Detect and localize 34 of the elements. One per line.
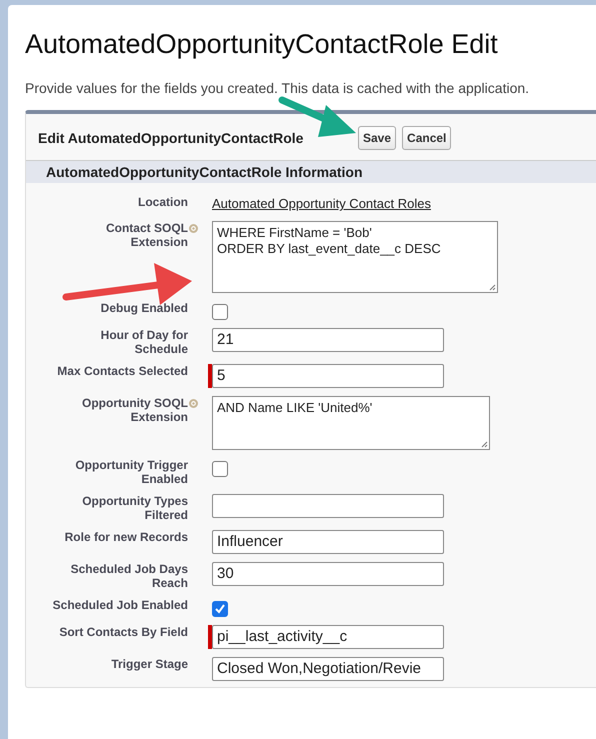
field-label: Role for new Records xyxy=(64,530,188,544)
field-label: Opportunity Trigger Enabled xyxy=(74,458,188,486)
input-field[interactable]: 21 xyxy=(212,328,444,352)
checkbox[interactable] xyxy=(212,461,228,477)
field-label: Hour of Day for Schedule xyxy=(100,328,188,356)
page-title: AutomatedOpportunityContactRole Edit xyxy=(25,29,499,60)
resize-grip-icon[interactable] xyxy=(481,441,488,448)
field-label: Scheduled Job Days Reach xyxy=(70,562,188,590)
field-label: Scheduled Job Enabled xyxy=(52,598,188,612)
field-label: Max Contacts Selected xyxy=(56,364,188,378)
resize-grip-icon[interactable] xyxy=(489,284,496,291)
section-header: AutomatedOpportunityContactRole Information xyxy=(26,160,596,183)
form-button[interactable]: Cancel xyxy=(402,126,452,150)
input-field[interactable]: 30 xyxy=(212,562,444,586)
input-field[interactable]: Influencer xyxy=(212,530,444,554)
checkbox[interactable] xyxy=(212,304,228,320)
text-area[interactable]: WHERE FirstName = 'Bob' ORDER BY last_event_date__c DESC xyxy=(212,221,498,293)
field-label: Opportunity Types Filtered xyxy=(81,494,188,522)
field-label: Trigger Stage xyxy=(110,657,188,671)
input-field[interactable]: pi__last_activity__c xyxy=(212,625,444,649)
input-field[interactable]: Closed Won,Negotiation/Revie xyxy=(212,657,444,681)
page-description: Provide values for the fields you created. This data is cached with the application. xyxy=(25,80,530,96)
field-label: Debug Enabled xyxy=(100,301,188,315)
field-label: Opportunity SOQL Extension xyxy=(81,396,188,424)
form-button[interactable]: Save xyxy=(358,126,396,150)
checkbox[interactable] xyxy=(212,601,228,617)
field-label: Contact SOQL Extension xyxy=(104,221,188,249)
edit-title: Edit AutomatedOpportunityContactRole xyxy=(38,129,304,147)
field-label: Location xyxy=(137,195,188,209)
text-area[interactable]: AND Name LIKE 'United%' xyxy=(212,396,490,450)
location-link[interactable]: Automated Opportunity Contact Roles xyxy=(212,196,431,211)
input-field[interactable]: 5 xyxy=(212,364,444,388)
input-field[interactable] xyxy=(212,494,444,518)
field-label: Sort Contacts By Field xyxy=(58,625,188,639)
